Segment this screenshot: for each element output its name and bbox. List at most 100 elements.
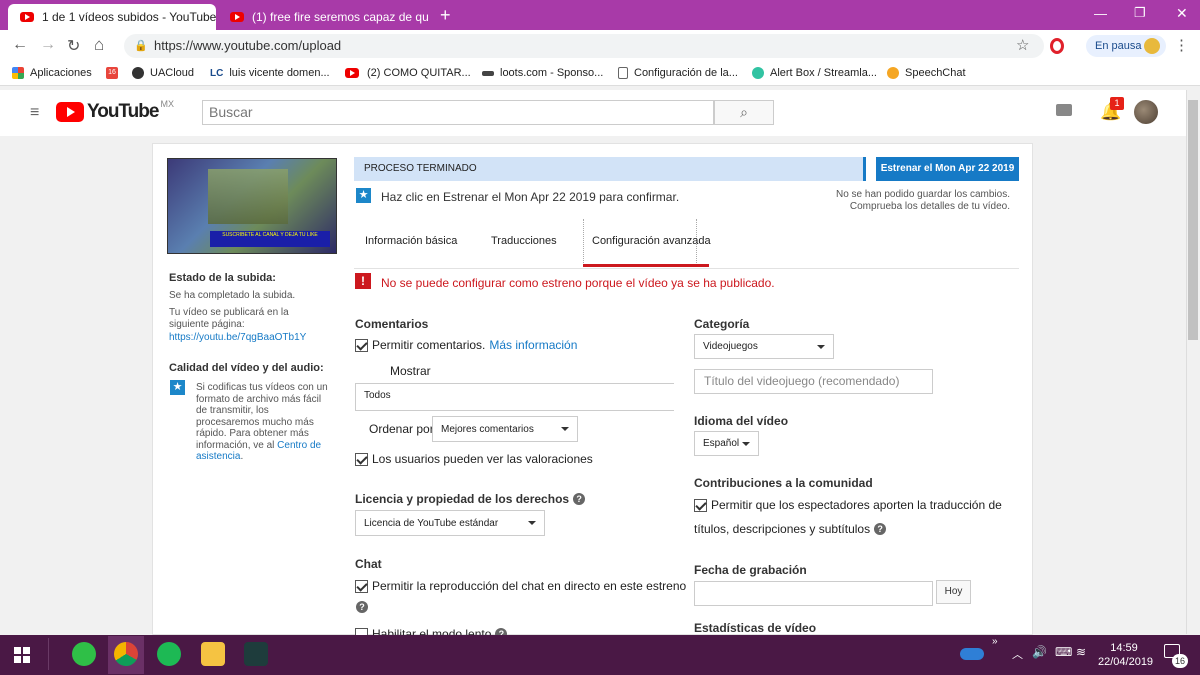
reload-icon[interactable]: ↻	[67, 36, 80, 56]
language-select[interactable]: Español	[694, 431, 759, 456]
tab-video[interactable]: (1) free fire seremos capaz de qu ✕	[218, 4, 430, 30]
community-checkbox[interactable]	[694, 498, 707, 512]
youtube-logo[interactable]: YouTube MX	[56, 99, 174, 123]
search-button[interactable]: ⌕	[714, 100, 774, 125]
close-icon[interactable]: ✕	[429, 9, 430, 25]
chevron-down-icon	[742, 441, 750, 446]
chrome-icon[interactable]	[114, 642, 138, 666]
order-select[interactable]: Mejores comentarios	[432, 416, 578, 442]
onedrive-icon[interactable]	[960, 648, 984, 660]
tab-title: 1 de 1 vídeos subidos - YouTube	[42, 10, 216, 24]
volume-icon[interactable]: 🔊	[1032, 645, 1047, 659]
bookmark-config[interactable]: Configuración de la...	[618, 67, 738, 79]
file-explorer-icon[interactable]	[201, 642, 225, 666]
ratings-option: Los usuarios pueden ver las valoraciones	[355, 452, 593, 466]
calendar-icon: 16	[106, 67, 118, 79]
restore-icon[interactable]: ❐	[1134, 5, 1146, 21]
app-icon[interactable]	[244, 642, 268, 666]
home-icon[interactable]: ⌂	[94, 35, 104, 55]
category-select[interactable]: Videojuegos	[694, 334, 834, 359]
language-value: Español	[703, 438, 740, 449]
bookmark-loots[interactable]: loots.com - Sponso...	[482, 67, 603, 79]
hamburger-menu-icon[interactable]: ≡	[30, 104, 39, 122]
today-button[interactable]: Hoy	[936, 580, 971, 604]
action-center-badge: 16	[1172, 654, 1188, 668]
url-input[interactable]: 🔒 https://www.youtube.com/upload	[124, 34, 1044, 58]
notification-badge: 1	[1110, 97, 1124, 110]
bookmarks-bar: Aplicaciones 16 UACloud LC luis vicente …	[0, 62, 1200, 86]
spotify-icon[interactable]	[157, 642, 181, 666]
loots-icon	[482, 70, 494, 76]
bookmark-uacloud[interactable]: UACloud	[132, 67, 194, 79]
scrollbar-thumb[interactable]	[1188, 100, 1198, 340]
allow-comments-checkbox[interactable]	[355, 338, 368, 352]
bookmark-speechchat[interactable]: SpeechChat	[887, 67, 966, 79]
help-icon[interactable]: ?	[356, 601, 368, 613]
community-label-line1: Permitir que los espectadores aporten la…	[711, 498, 1002, 512]
chat-replay-label: Permitir la reproducción del chat en dir…	[372, 579, 687, 593]
tab-translations[interactable]: Traducciones	[491, 235, 557, 247]
forward-icon[interactable]: →	[40, 36, 56, 54]
wifi-icon[interactable]: ≋	[1076, 645, 1086, 659]
community-option: Permitir que los espectadores aporten la…	[694, 498, 1002, 512]
opera-icon[interactable]	[1050, 38, 1064, 54]
error-message: No se puede configurar como estreno porq…	[381, 276, 775, 290]
active-tab-indicator	[583, 264, 709, 267]
chat-title: Chat	[355, 557, 382, 571]
search-input[interactable]: Buscar	[202, 100, 714, 125]
tab-basic-info[interactable]: Información básica	[365, 235, 457, 247]
lock-icon: 🔒	[134, 40, 148, 52]
apps-grid-icon	[12, 67, 24, 79]
tray-chevron-icon[interactable]: ︿	[1012, 646, 1023, 662]
publish-text: Tu vídeo se publicará en la siguiente pá…	[169, 307, 289, 330]
whatsapp-icon[interactable]	[72, 642, 96, 666]
windows-start-icon[interactable]	[14, 647, 30, 663]
menu-kebab-icon[interactable]: ⋮	[1174, 36, 1189, 54]
help-icon[interactable]: ?	[874, 523, 887, 535]
overflow-icon[interactable]: »	[992, 636, 998, 647]
chat-replay-checkbox[interactable]	[355, 579, 368, 593]
recording-date-input[interactable]	[694, 581, 933, 606]
premiere-button[interactable]: Estrenar el Mon Apr 22 2019	[876, 157, 1019, 181]
video-link[interactable]: https://youtu.be/7qgBaaOTb1Y	[169, 332, 306, 343]
keyboard-icon[interactable]: ⌨	[1055, 645, 1072, 659]
youtube-play-icon	[56, 102, 84, 122]
community-title: Contribuciones a la comunidad	[694, 476, 873, 490]
show-comments-select[interactable]: Todos	[355, 383, 674, 411]
profile-paused-button[interactable]: En pausa	[1086, 35, 1166, 57]
video-thumbnail[interactable]: SUSCRIBETE AL CANAL Y DEJA TU LIKE	[167, 158, 337, 254]
tabs-divider	[354, 268, 1019, 269]
bookmark-label: Alert Box / Streamla...	[770, 67, 877, 79]
tab-advanced-settings[interactable]: Configuración avanzada	[592, 235, 711, 247]
clock[interactable]: 14:59 22/04/2019	[1098, 641, 1154, 669]
license-select[interactable]: Licencia de YouTube estándar	[355, 510, 545, 536]
new-tab-icon[interactable]: +	[440, 5, 451, 26]
bookmark-streamlabs[interactable]: Alert Box / Streamla...	[752, 67, 877, 79]
bookmark-star-icon[interactable]: ☆	[1016, 36, 1029, 54]
window-close-icon[interactable]: ✕	[1176, 5, 1188, 22]
minimize-icon[interactable]: —	[1094, 6, 1107, 21]
bookmark-calendar[interactable]: 16	[106, 67, 124, 79]
tab-title: (1) free fire seremos capaz de qu	[252, 10, 429, 24]
bookmark-label: Configuración de la...	[634, 67, 738, 79]
chevron-down-icon	[528, 521, 536, 525]
bookmark-como-quitar[interactable]: (2) COMO QUITAR...	[345, 67, 471, 79]
allow-comments-label: Permitir comentarios.	[372, 338, 486, 352]
bookmark-apps[interactable]: Aplicaciones	[12, 67, 92, 79]
tab-upload[interactable]: 1 de 1 vídeos subidos - YouTube ✕	[8, 4, 216, 30]
back-icon[interactable]: ←	[12, 36, 28, 54]
upload-video-icon[interactable]	[1056, 104, 1072, 116]
search-placeholder: Buscar	[209, 104, 253, 120]
bookmark-luis[interactable]: LC luis vicente domen...	[210, 67, 330, 79]
more-info-link[interactable]: Más información	[489, 338, 577, 352]
account-avatar[interactable]	[1134, 100, 1158, 124]
bookmark-label: luis vicente domen...	[229, 67, 330, 79]
help-icon[interactable]: ?	[573, 493, 586, 505]
game-title-input[interactable]: Título del videojuego (recomendado)	[694, 369, 933, 394]
bookmark-label: UACloud	[150, 67, 195, 79]
chat-replay-option: Permitir la reproducción del chat en dir…	[355, 579, 686, 593]
ratings-checkbox[interactable]	[355, 452, 368, 466]
clock-date: 22/04/2019	[1098, 656, 1154, 668]
star-icon: ★	[170, 380, 185, 395]
order-label: Ordenar por	[369, 422, 434, 436]
